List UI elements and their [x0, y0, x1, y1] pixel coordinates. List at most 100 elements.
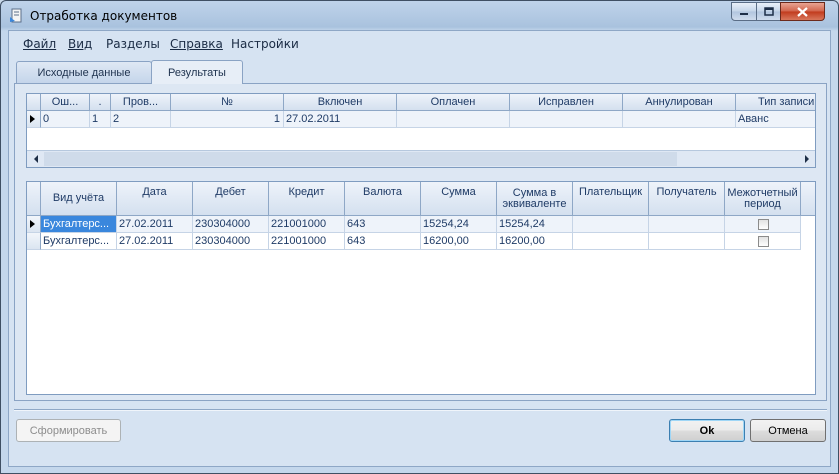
cell-amount[interactable]: 15254,24 [421, 216, 497, 233]
cell-debit[interactable]: 230304000 [193, 216, 269, 233]
cancel-button[interactable]: Отмена [750, 419, 826, 442]
menu-help[interactable]: Справка [170, 37, 223, 51]
menu-file[interactable]: Файл [23, 37, 56, 51]
col-header-included[interactable]: Включен [284, 94, 397, 110]
cell-accounting-type[interactable]: Бухгалтерс... [41, 216, 117, 233]
scroll-right-button[interactable] [798, 151, 815, 167]
title-bar[interactable]: Отработка документов [1, 1, 838, 29]
col-header-number[interactable]: № [171, 94, 284, 110]
menu-help-label: Справка [170, 37, 223, 51]
generate-button-label: Сформировать [29, 424, 108, 437]
ok-button[interactable]: Ok [669, 419, 745, 442]
cell-payer[interactable] [573, 233, 649, 250]
postings-grid-header: Вид учёта Дата Дебет Кредит Валюта Сумма… [27, 182, 815, 216]
cell-credit[interactable]: 221001000 [269, 233, 345, 250]
cell-amount[interactable]: 16200,00 [421, 233, 497, 250]
col-header-date[interactable]: Дата [117, 182, 193, 215]
cell-postings[interactable]: 2 [111, 111, 171, 128]
col-header-recipient[interactable]: Получатель [649, 182, 725, 215]
cell-errors[interactable]: 0 [41, 111, 90, 128]
col-header-accounting-type[interactable]: Вид учёта [41, 182, 117, 215]
col-header-amount-equivalent[interactable]: Сумма в эквиваленте [497, 182, 573, 215]
client-area: Файл Вид Разделы Справка Настройки Исход… [8, 30, 831, 467]
cell-currency[interactable]: 643 [345, 233, 421, 250]
cell-amount-equivalent[interactable]: 15254,24 [497, 216, 573, 233]
minimize-icon [740, 12, 748, 15]
results-tab-page: Ош... . Пров... № Включен Оплачен Исправ… [14, 83, 827, 401]
minimize-button[interactable] [731, 2, 757, 21]
table-row[interactable]: Бухгалтерс... 27.02.2011 230304000 22100… [27, 216, 815, 233]
tab-results[interactable]: Результаты [151, 60, 243, 84]
cell-accounting-type[interactable]: Бухгалтерс... [41, 233, 117, 250]
ok-button-label: Ok [699, 424, 715, 437]
menu-file-label: Файл [23, 37, 57, 51]
scroll-left-button[interactable] [27, 151, 44, 167]
cell-included[interactable]: 27.02.2011 [284, 111, 397, 128]
scrollbar-thumb[interactable] [44, 152, 677, 166]
tab-source-data[interactable]: Исходные данные [16, 61, 152, 84]
maximize-icon [763, 7, 774, 16]
interperiod-checkbox[interactable] [757, 236, 769, 247]
documents-grid-header: Ош... . Пров... № Включен Оплачен Исправ… [27, 94, 815, 111]
cell-record-type[interactable]: Аванс [736, 111, 815, 128]
cancel-button-label: Отмена [768, 424, 808, 437]
row-indicator [27, 216, 41, 233]
cell-corrected[interactable] [510, 111, 623, 128]
table-row[interactable]: 0 1 2 1 27.02.2011 Аванс [27, 111, 815, 128]
col-header-record-type[interactable]: Тип записи [736, 94, 815, 110]
menu-settings[interactable]: Настройки [231, 37, 299, 51]
documents-grid[interactable]: Ош... . Пров... № Включен Оплачен Исправ… [26, 93, 816, 168]
col-header-debit[interactable]: Дебет [193, 182, 269, 215]
tab-source-data-label: Исходные данные [37, 67, 131, 79]
col-header-corrected[interactable]: Исправлен [510, 94, 623, 110]
col-header-currency[interactable]: Валюта [345, 182, 421, 215]
cell-currency[interactable]: 643 [345, 216, 421, 233]
main-window: Отработка документов Файл Вид Разделы Сп… [0, 0, 839, 474]
cell-interperiod [725, 233, 801, 250]
cell-debit[interactable]: 230304000 [193, 233, 269, 250]
footer-divider [14, 409, 827, 411]
row-indicator [27, 111, 41, 128]
close-icon [797, 6, 808, 17]
maximize-button[interactable] [756, 2, 781, 21]
col-header-paid[interactable]: Оплачен [397, 94, 510, 110]
generate-button[interactable]: Сформировать [16, 419, 121, 442]
cell-amount-equivalent[interactable]: 16200,00 [497, 233, 573, 250]
interperiod-checkbox[interactable] [757, 219, 769, 230]
row-indicator [27, 233, 41, 250]
postings-grid[interactable]: Вид учёта Дата Дебет Кредит Валюта Сумма… [26, 181, 816, 395]
col-header-postings[interactable]: Пров... [111, 94, 171, 110]
col-header-interperiod[interactable]: Межотчетный период [725, 182, 801, 215]
table-row[interactable]: Бухгалтерс... 27.02.2011 230304000 22100… [27, 233, 815, 250]
cell-interperiod [725, 216, 801, 233]
menu-bar: Файл Вид Разделы Справка Настройки [9, 31, 830, 57]
menu-sections-label: Разделы [106, 37, 160, 51]
col-header-errors[interactable]: Ош... [41, 94, 90, 110]
col-header-payer[interactable]: Плательщик [573, 182, 649, 215]
menu-view[interactable]: Вид [68, 37, 92, 51]
cell-dot[interactable]: 1 [90, 111, 111, 128]
cell-date[interactable]: 27.02.2011 [117, 216, 193, 233]
current-row-arrow-icon [30, 220, 35, 228]
close-button[interactable] [780, 2, 825, 21]
col-header-cancelled[interactable]: Аннулирован [623, 94, 736, 110]
row-indicator-header [27, 94, 41, 110]
row-indicator-header [27, 182, 41, 215]
cell-payer[interactable] [573, 216, 649, 233]
menu-settings-label: Настройки [231, 37, 299, 51]
menu-sections[interactable]: Разделы [106, 37, 160, 51]
cell-credit[interactable]: 221001000 [269, 216, 345, 233]
horizontal-scrollbar[interactable] [27, 150, 815, 167]
cell-number[interactable]: 1 [171, 111, 284, 128]
cell-recipient[interactable] [649, 216, 725, 233]
current-row-arrow-icon [30, 115, 35, 123]
col-header-credit[interactable]: Кредит [269, 182, 345, 215]
cell-date[interactable]: 27.02.2011 [117, 233, 193, 250]
col-header-dot[interactable]: . [90, 94, 111, 110]
scroll-left-icon [33, 155, 38, 163]
cell-paid[interactable] [397, 111, 510, 128]
cell-recipient[interactable] [649, 233, 725, 250]
col-header-amount[interactable]: Сумма [421, 182, 497, 215]
tab-results-label: Результаты [168, 66, 226, 79]
cell-cancelled[interactable] [623, 111, 736, 128]
